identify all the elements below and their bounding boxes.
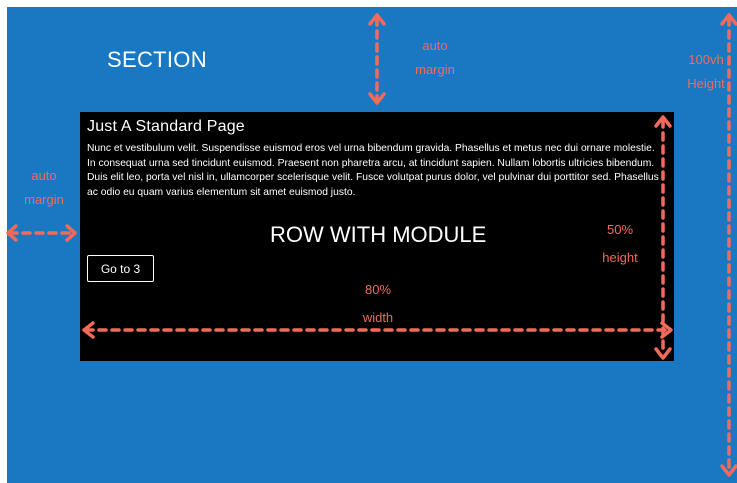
left-margin-arrow [6,224,77,242]
row-width-arrow [82,321,673,339]
diagram-canvas: SECTION auto margin auto margin 100vh He… [0,0,737,483]
section-height-arrow [720,13,737,477]
top-margin-arrow [368,13,386,105]
dimension-arrows [6,13,737,477]
